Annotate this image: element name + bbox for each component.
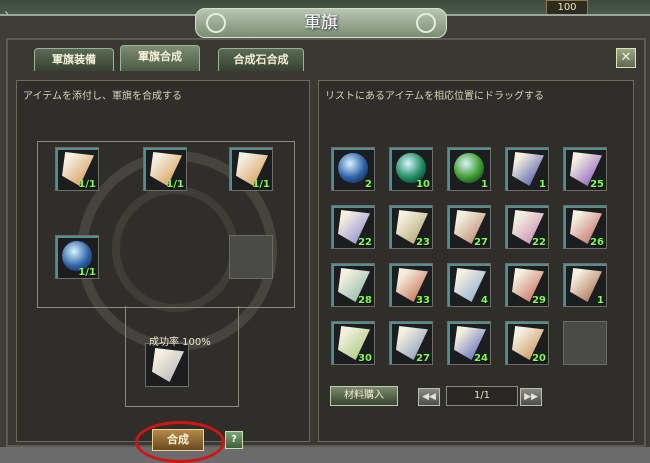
inventory-slot[interactable]: 27 bbox=[447, 205, 491, 249]
ingredient-slot[interactable] bbox=[229, 235, 273, 279]
item-count: 2 bbox=[365, 179, 372, 190]
result-slot[interactable] bbox=[145, 343, 189, 387]
inventory-slot[interactable]: 26 bbox=[563, 205, 607, 249]
close-button[interactable]: ✕ bbox=[616, 48, 636, 68]
flag-icon bbox=[152, 348, 184, 382]
item-count: 1/1 bbox=[166, 179, 184, 190]
item-count: 1 bbox=[539, 179, 546, 190]
tab-flag-synthesis[interactable]: 軍旗合成 bbox=[120, 45, 200, 71]
inventory-slot[interactable]: 25 bbox=[563, 147, 607, 191]
item-count: 33 bbox=[416, 295, 430, 306]
item-count: 23 bbox=[416, 237, 430, 248]
inventory-slot[interactable]: 24 bbox=[447, 321, 491, 365]
inventory-slot[interactable]: 2 bbox=[331, 147, 375, 191]
inventory-slot[interactable]: 10 bbox=[389, 147, 433, 191]
help-button[interactable]: ? bbox=[225, 431, 243, 449]
inventory-slot[interactable]: 4 bbox=[447, 263, 491, 307]
item-count: 29 bbox=[532, 295, 546, 306]
item-count: 30 bbox=[358, 353, 372, 364]
ingredient-slot[interactable]: 1/1 bbox=[55, 235, 99, 279]
inventory-slot[interactable]: 33 bbox=[389, 263, 433, 307]
page-next-button[interactable]: ▶▶ bbox=[520, 388, 542, 406]
window-title: 軍旗 bbox=[304, 13, 338, 33]
synthesize-button[interactable]: 合成 bbox=[152, 429, 204, 451]
ingredient-slot[interactable]: 1/1 bbox=[229, 147, 273, 191]
ingredient-slot[interactable]: 1/1 bbox=[55, 147, 99, 191]
buy-materials-button[interactable]: 材料購入 bbox=[330, 386, 398, 406]
inventory-slot[interactable]: 1 bbox=[563, 263, 607, 307]
item-count: 24 bbox=[474, 353, 488, 364]
success-rate: 成功率 100% bbox=[149, 337, 211, 348]
item-count: 4 bbox=[481, 295, 488, 306]
item-count: 22 bbox=[358, 237, 372, 248]
title-ornament-left-icon bbox=[206, 13, 226, 33]
item-count: 27 bbox=[474, 237, 488, 248]
item-count: 22 bbox=[532, 237, 546, 248]
ingredient-slot[interactable]: 1/1 bbox=[143, 147, 187, 191]
item-count: 1/1 bbox=[252, 179, 270, 190]
page-prev-button[interactable]: ◀◀ bbox=[418, 388, 440, 406]
item-count: 1 bbox=[481, 179, 488, 190]
flag-window: 軍旗 軍旗装備 軍旗合成 合成石合成 ✕ アイテムを添付し、軍旗を合成する 1/… bbox=[0, 8, 650, 463]
synthesis-panel: アイテムを添付し、軍旗を合成する 1/1 1/1 1/1 1/1 成功率 100% 合… bbox=[16, 80, 310, 463]
title-ornament-right-icon bbox=[416, 13, 436, 33]
tab-flag-equip[interactable]: 軍旗装備 bbox=[34, 48, 114, 71]
item-count: 1/1 bbox=[78, 179, 96, 190]
item-count: 20 bbox=[532, 353, 546, 364]
item-count: 27 bbox=[416, 353, 430, 364]
page-indicator: 1/1 bbox=[446, 386, 518, 406]
inventory-slot[interactable]: 29 bbox=[505, 263, 549, 307]
inventory-slot[interactable]: 1 bbox=[447, 147, 491, 191]
inventory-slot[interactable] bbox=[563, 321, 607, 365]
item-count: 1 bbox=[597, 295, 604, 306]
inventory-slot[interactable]: 22 bbox=[331, 205, 375, 249]
inventory-slot[interactable]: 28 bbox=[331, 263, 375, 307]
inventory-slot[interactable]: 22 bbox=[505, 205, 549, 249]
inventory-instruction: リストにあるアイテムを相応位置にドラッグする bbox=[325, 91, 544, 102]
item-count: 1/1 bbox=[78, 267, 96, 278]
inventory-slot[interactable]: 20 bbox=[505, 321, 549, 365]
inventory-slot[interactable]: 30 bbox=[331, 321, 375, 365]
window-titlebar[interactable]: 軍旗 bbox=[195, 8, 447, 38]
item-count: 10 bbox=[416, 179, 430, 190]
inventory-slot[interactable]: 1 bbox=[505, 147, 549, 191]
inventory-slot[interactable]: 27 bbox=[389, 321, 433, 365]
item-count: 25 bbox=[590, 179, 604, 190]
window-content: 軍旗装備 軍旗合成 合成石合成 ✕ アイテムを添付し、軍旗を合成する 1/1 1/… bbox=[6, 38, 646, 463]
tab-stone-synthesis[interactable]: 合成石合成 bbox=[218, 48, 304, 71]
item-count: 28 bbox=[358, 295, 372, 306]
synthesis-instruction: アイテムを添付し、軍旗を合成する bbox=[23, 91, 182, 102]
inventory-slot[interactable]: 23 bbox=[389, 205, 433, 249]
item-count: 26 bbox=[590, 237, 604, 248]
